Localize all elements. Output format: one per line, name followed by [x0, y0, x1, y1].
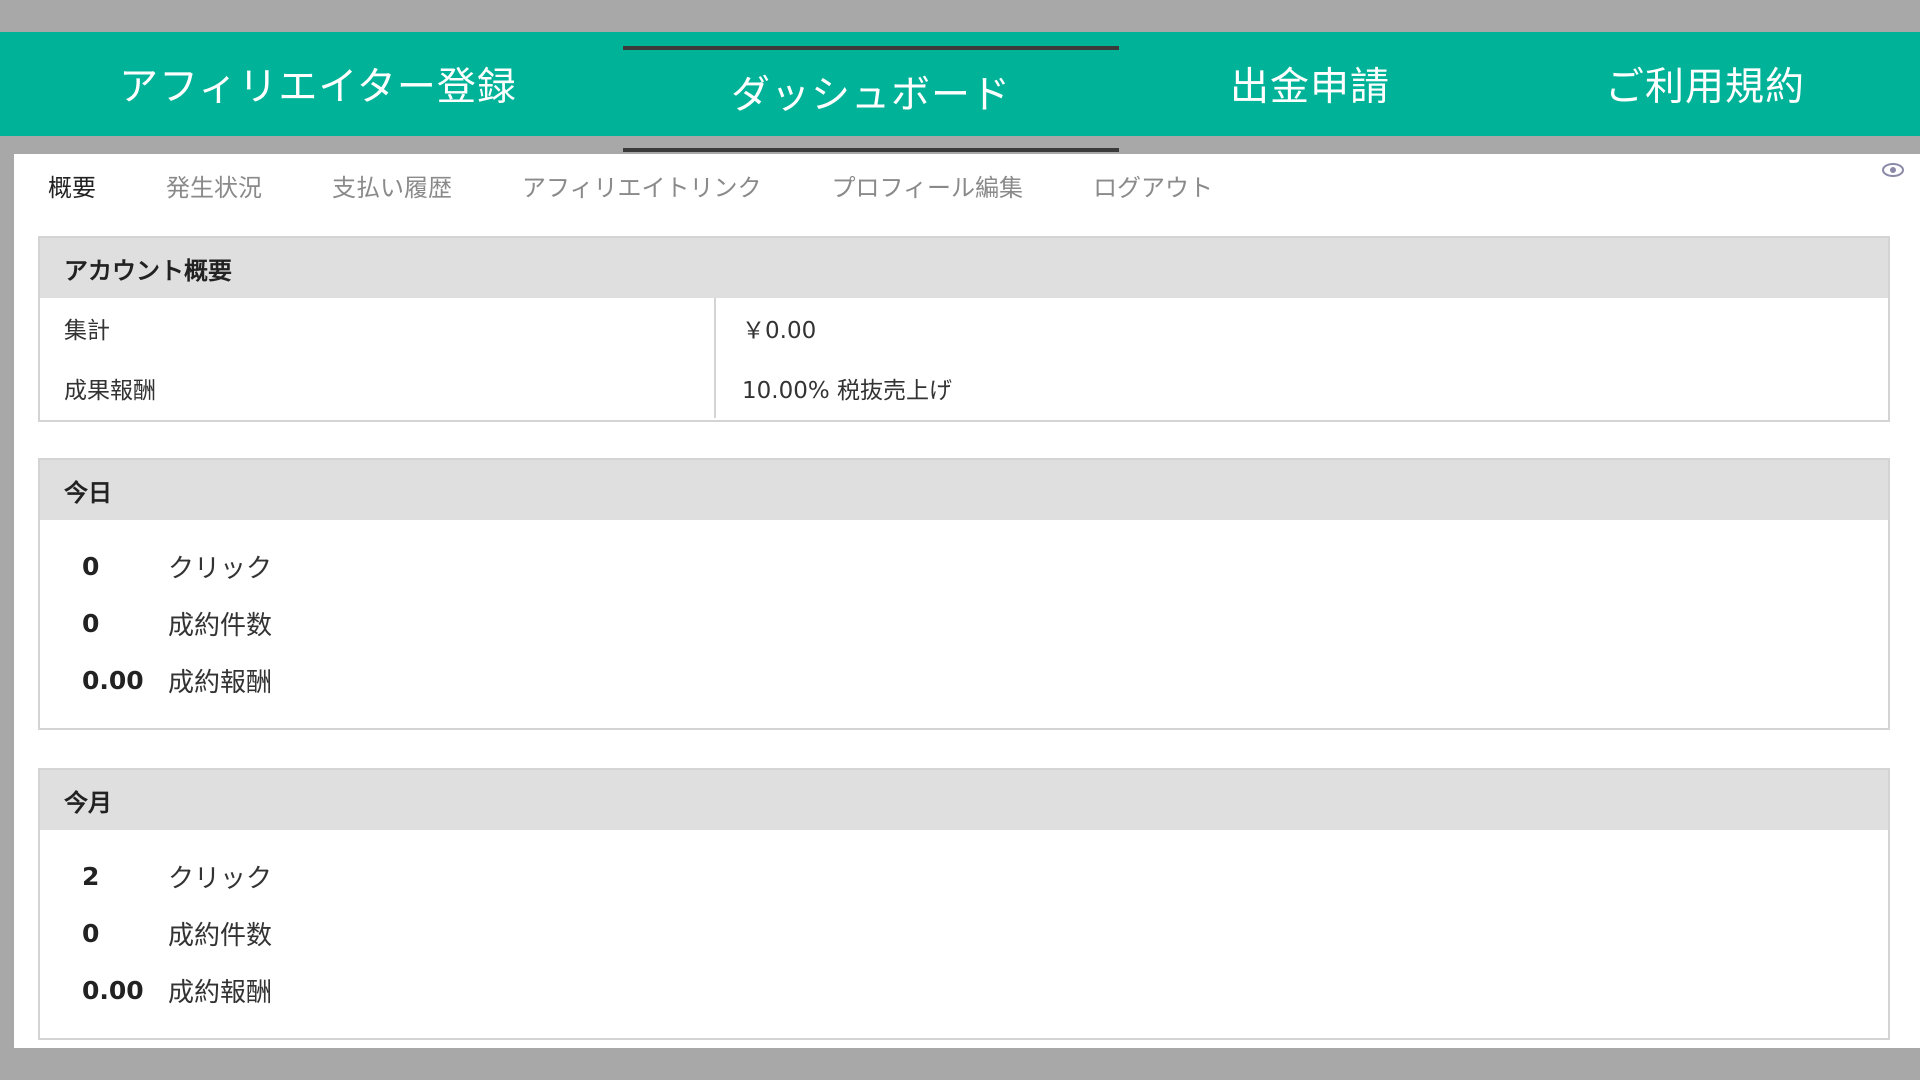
nav-affiliate-register[interactable]: アフィリエイター登録 — [88, 32, 548, 136]
today-conversions-value: 0 — [82, 609, 100, 638]
tab-logout[interactable]: ログアウト — [1093, 168, 1213, 203]
month-conversions-label: 成約件数 — [168, 921, 273, 951]
today-conversions-label: 成約件数 — [168, 611, 273, 641]
nav-dashboard[interactable]: ダッシュボード — [623, 46, 1119, 152]
sub-navigation: 概要 発生状況 支払い履歴 アフィリエイトリンク プロフィール編集 ログアウト — [48, 168, 1283, 203]
total-value: ￥0.00 — [742, 318, 817, 344]
today-clicks-value: 0 — [82, 552, 100, 581]
table-row: 集計 ￥0.00 — [40, 298, 1888, 358]
list-item: 0.00 成約報酬 — [40, 962, 1888, 1019]
account-summary-panel: アカウント概要 集計 ￥0.00 成果報酬 10.00% 税抜売上げ — [38, 236, 1890, 422]
this-month-stats: 2 クリック 0 成約件数 0.00 成約報酬 — [40, 830, 1888, 1037]
account-summary-table: 集計 ￥0.00 成果報酬 10.00% 税抜売上げ — [40, 298, 1888, 418]
month-clicks-value: 2 — [82, 862, 100, 891]
month-reward-label: 成約報酬 — [168, 978, 273, 1008]
list-item: 0 成約件数 — [40, 595, 1888, 652]
month-reward-value: 0.00 — [82, 976, 144, 1005]
bottom-frame — [0, 1048, 1920, 1080]
table-row: 成果報酬 10.00% 税抜売上げ — [40, 358, 1888, 418]
nav-terms-of-use[interactable]: ご利用規約 — [1560, 32, 1850, 136]
this-month-panel: 今月 2 クリック 0 成約件数 0.00 成約報酬 — [38, 768, 1890, 1040]
commission-value: 10.00% 税抜売上げ — [742, 378, 953, 404]
tab-overview[interactable]: 概要 — [48, 168, 96, 203]
month-conversions-value: 0 — [82, 919, 100, 948]
list-item: 0.00 成約報酬 — [40, 652, 1888, 709]
today-panel: 今日 0 クリック 0 成約件数 0.00 成約報酬 — [38, 458, 1890, 730]
nav-withdrawal-request[interactable]: 出金申請 — [1180, 32, 1440, 136]
commission-label: 成果報酬 — [64, 378, 156, 404]
top-navigation-bar: アフィリエイター登録 ダッシュボード 出金申請 ご利用規約 — [0, 32, 1920, 152]
tab-affiliate-link[interactable]: アフィリエイトリンク — [522, 168, 762, 203]
list-item: 2 クリック — [40, 848, 1888, 905]
today-reward-label: 成約報酬 — [168, 668, 273, 698]
account-summary-title: アカウント概要 — [40, 238, 1888, 298]
nav-affiliate-register-label: アフィリエイター登録 — [119, 65, 517, 110]
list-item: 0 クリック — [40, 538, 1888, 595]
tab-payment-history[interactable]: 支払い履歴 — [332, 168, 452, 203]
this-month-title: 今月 — [40, 770, 1888, 830]
month-clicks-label: クリック — [168, 864, 273, 894]
today-reward-value: 0.00 — [82, 666, 144, 695]
nav-terms-of-use-label: ご利用規約 — [1604, 65, 1805, 110]
eye-icon[interactable] — [1882, 162, 1904, 178]
tab-profile-edit[interactable]: プロフィール編集 — [832, 168, 1024, 203]
today-title: 今日 — [40, 460, 1888, 520]
nav-withdrawal-request-label: 出金申請 — [1229, 65, 1390, 110]
today-clicks-label: クリック — [168, 554, 273, 584]
list-item: 0 成約件数 — [40, 905, 1888, 962]
total-label: 集計 — [64, 318, 110, 344]
nav-dashboard-label: ダッシュボード — [730, 73, 1011, 118]
column-divider — [714, 298, 716, 418]
today-stats: 0 クリック 0 成約件数 0.00 成約報酬 — [40, 520, 1888, 727]
tab-activity-status[interactable]: 発生状況 — [166, 168, 262, 203]
